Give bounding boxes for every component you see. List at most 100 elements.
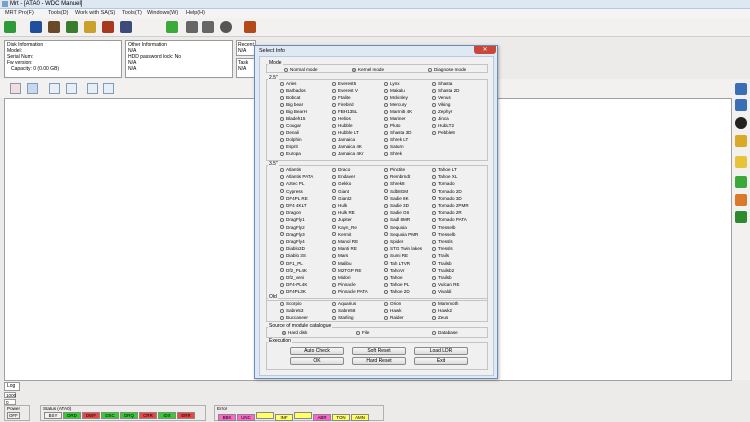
option-circle-icon[interactable]: [280, 181, 284, 186]
option-circle-icon[interactable]: [384, 144, 388, 149]
menu-tools-d[interactable]: Tools(D): [48, 10, 68, 16]
option-circle-icon[interactable]: [280, 144, 284, 149]
option-circle-icon[interactable]: [432, 181, 436, 186]
option-circle-icon[interactable]: [280, 232, 284, 237]
model-old-0-1[interactable]: Sabre53: [280, 308, 303, 313]
model-25-0-5[interactable]: Bladeh15: [280, 116, 305, 121]
model-25-2-4[interactable]: Marmi5 4K: [384, 109, 412, 114]
option-circle-icon[interactable]: [332, 130, 336, 135]
option-circle-icon[interactable]: [332, 282, 336, 287]
model-35-3-17[interactable]: Vivaldi: [432, 289, 451, 294]
model-35-3-0[interactable]: Tahoe LT: [432, 167, 457, 172]
model-35-3-7[interactable]: Tornado PATA: [432, 217, 467, 222]
option-circle-icon[interactable]: [432, 225, 436, 230]
model-25-1-4[interactable]: FBH135L: [332, 109, 357, 114]
terminal-icon[interactable]: [735, 211, 747, 223]
option-circle-icon[interactable]: [428, 67, 432, 72]
model-35-2-2[interactable]: Shrek8: [384, 181, 405, 186]
model-25-3-7[interactable]: Pebble8: [432, 130, 455, 135]
option-circle-icon[interactable]: [432, 210, 436, 215]
model-35-1-6[interactable]: Hulk RE: [332, 210, 355, 215]
option-circle-icon[interactable]: [384, 225, 388, 230]
model-35-1-10[interactable]: Manol RE: [332, 239, 358, 244]
model-35-2-8[interactable]: Sequoia: [384, 225, 407, 230]
model-25-2-10[interactable]: Shrek: [384, 151, 402, 156]
model-25-0-10[interactable]: Europa: [280, 151, 301, 156]
option-circle-icon[interactable]: [384, 167, 388, 172]
option-circle-icon[interactable]: [384, 174, 388, 179]
option-circle-icon[interactable]: [280, 196, 284, 201]
option-circle-icon[interactable]: [332, 109, 336, 114]
connect-icon[interactable]: [4, 21, 16, 33]
mode-option-1[interactable]: Kernel mode: [352, 67, 384, 72]
option-circle-icon[interactable]: [280, 167, 284, 172]
model-35-1-17[interactable]: Pinnacle PATA: [332, 289, 368, 294]
option-circle-icon[interactable]: [280, 102, 284, 107]
option-circle-icon[interactable]: [280, 246, 284, 251]
model-25-0-1[interactable]: Barbados: [280, 88, 306, 93]
option-circle-icon[interactable]: [280, 189, 284, 194]
model-25-2-7[interactable]: Shasta 3D: [384, 130, 411, 135]
model-35-2-3[interactable]: Sdb8GM: [384, 189, 408, 194]
option-circle-icon[interactable]: [332, 268, 336, 273]
model-35-0-0[interactable]: Atlantis: [280, 167, 301, 172]
model-old-2-1[interactable]: Hawk: [384, 308, 402, 313]
option-circle-icon[interactable]: [432, 203, 436, 208]
model-35-0-9[interactable]: DragFly3: [280, 232, 305, 237]
exit-icon[interactable]: [244, 21, 256, 33]
exec-button-0-2[interactable]: Load LDR: [414, 347, 468, 355]
option-circle-icon[interactable]: [332, 232, 336, 237]
wrench-icon[interactable]: [30, 21, 42, 33]
option-circle-icon[interactable]: [280, 253, 284, 258]
model-35-1-4[interactable]: Giant2: [332, 196, 352, 201]
option-circle-icon[interactable]: [384, 239, 388, 244]
option-circle-icon[interactable]: [332, 137, 336, 142]
model-35-1-13[interactable]: Malibu: [332, 261, 352, 266]
option-circle-icon[interactable]: [332, 253, 336, 258]
option-circle-icon[interactable]: [432, 109, 436, 114]
model-35-0-10[interactable]: DragFly4: [280, 239, 305, 244]
option-circle-icon[interactable]: [384, 308, 388, 313]
option-circle-icon[interactable]: [280, 308, 284, 313]
model-25-1-0[interactable]: Everest5: [332, 81, 356, 86]
option-circle-icon[interactable]: [332, 123, 336, 128]
option-circle-icon[interactable]: [332, 289, 336, 294]
play-icon[interactable]: [166, 21, 178, 33]
model-35-3-9[interactable]: Tresselb: [432, 232, 455, 237]
model-old-3-0[interactable]: Mammoth: [432, 301, 458, 306]
model-old-2-2[interactable]: Raider: [384, 315, 404, 320]
model-old-1-2[interactable]: Starling: [332, 315, 354, 320]
source-option-2[interactable]: Database: [432, 330, 458, 335]
option-circle-icon[interactable]: [432, 174, 436, 179]
source-option-1[interactable]: File: [356, 330, 369, 335]
model-35-1-5[interactable]: Hulk: [332, 203, 347, 208]
option-circle-icon[interactable]: [332, 102, 336, 107]
option-circle-icon[interactable]: [332, 144, 336, 149]
option-circle-icon[interactable]: [384, 217, 388, 222]
model-25-3-3[interactable]: Viking: [432, 102, 450, 107]
option-circle-icon[interactable]: [332, 95, 336, 100]
option-circle-icon[interactable]: [280, 225, 284, 230]
option-circle-icon[interactable]: [280, 289, 284, 294]
model-35-3-14[interactable]: Trailsb2: [432, 268, 454, 273]
option-circle-icon[interactable]: [280, 261, 284, 266]
model-old-0-0[interactable]: Scorpio: [280, 301, 302, 306]
pen-icon[interactable]: [48, 21, 60, 33]
option-circle-icon[interactable]: [280, 130, 284, 135]
model-35-3-3[interactable]: Tornado 2D: [432, 189, 462, 194]
option-circle-icon[interactable]: [332, 196, 336, 201]
model-35-1-3[interactable]: Giant: [332, 189, 349, 194]
model-35-2-0[interactable]: Pinctite: [384, 167, 405, 172]
option-circle-icon[interactable]: [280, 116, 284, 121]
exec-button-1-0[interactable]: OK: [290, 357, 344, 365]
option-circle-icon[interactable]: [384, 151, 388, 156]
model-25-3-4[interactable]: Zephyr: [432, 109, 452, 114]
option-circle-icon[interactable]: [332, 225, 336, 230]
option-circle-icon[interactable]: [280, 301, 284, 306]
option-circle-icon[interactable]: [384, 181, 388, 186]
model-25-1-7[interactable]: Hubble LT: [332, 130, 359, 135]
model-35-0-16[interactable]: DF4-PL4K: [280, 282, 307, 287]
option-circle-icon[interactable]: [280, 123, 284, 128]
option-circle-icon[interactable]: [384, 116, 388, 121]
model-25-3-5[interactable]: Jinca: [432, 116, 449, 121]
